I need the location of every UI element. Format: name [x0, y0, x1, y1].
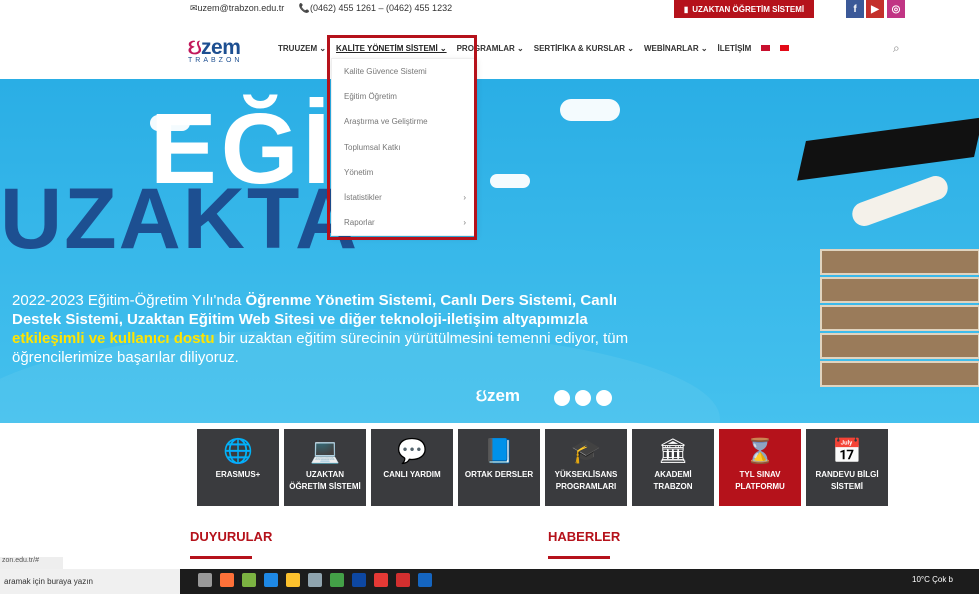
menu-iletisim[interactable]: İLETİŞİM [718, 44, 752, 53]
uzaktan-ogretim-button[interactable]: ▮ UZAKTAN ÖĞRETİM SİSTEMİ [674, 0, 814, 18]
haberler-underline [548, 556, 610, 559]
tile-erasmus[interactable]: 🌐 ERASMUS+ [197, 429, 279, 506]
logo-text: zem [201, 36, 241, 59]
hourglass-icon: ⌛ [745, 438, 775, 465]
graduation-cap-icon [797, 117, 979, 181]
word-icon[interactable] [418, 573, 432, 587]
duyurular-heading: DUYURULAR [190, 529, 273, 544]
app-icon[interactable] [330, 573, 344, 587]
chevron-right-icon: › [463, 193, 466, 203]
dropdown-item-yonetim[interactable]: Yönetim [332, 160, 476, 185]
hero-big-word-2: UZAKTA [0, 171, 360, 267]
taskbar-apps [198, 573, 432, 587]
hero-logo: ઇzem [476, 386, 521, 405]
hero-text: 2022-2023 Eğitim-Öğretim Yılı'nda Öğrenm… [12, 292, 629, 366]
kalite-dropdown-menu: Kalite Güvence Sistemi Eğitim Öğretim Ar… [331, 58, 477, 236]
haberler-heading: HABERLER [548, 529, 621, 544]
top-bar: ✉uzem@trabzon.edu.tr 📞(0462) 455 1261 – … [0, 0, 979, 19]
browser-page: ✉uzem@trabzon.edu.tr 📞(0462) 455 1261 – … [0, 0, 979, 594]
tile-uzaktan-ogretim[interactable]: 💻 UZAKTAN ÖĞRETİM SİSTEMİ [284, 429, 366, 506]
file-explorer-icon[interactable] [286, 573, 300, 587]
youtube-icon[interactable] [596, 390, 612, 406]
hero-banner: EĞİT UZAKTA 2022-2023 Eğitim-Öğretim Yıl… [0, 79, 979, 423]
email-link[interactable]: ✉uzem@trabzon.edu.tr [190, 3, 290, 13]
instagram-icon[interactable] [554, 390, 570, 406]
search-icon[interactable]: ⌕ [893, 41, 900, 56]
main-nav: ઇzem TRABZON TRUUZEM ⌄ KALİTE YÖNETİM Sİ… [0, 19, 979, 79]
tile-canli-yardim[interactable]: 💬 CANLI YARDIM [371, 429, 453, 506]
dropdown-item-arastirma[interactable]: Araştırma ve Geliştirme [332, 109, 476, 134]
chrome-icon[interactable] [374, 573, 388, 587]
bookmark-icon: ▮ [683, 4, 689, 14]
facebook-icon[interactable] [575, 390, 591, 406]
tile-akademi-trabzon[interactable]: 🏛 AKADEMİ TRABZON [632, 429, 714, 506]
firefox-icon[interactable] [220, 573, 234, 587]
logo-subtitle: TRABZON [188, 57, 243, 64]
cloud-shape [560, 99, 620, 121]
tile-randevu[interactable]: 📅 RANDEVU BİLGİ SİSTEMİ [806, 429, 888, 506]
chevron-right-icon: › [463, 218, 466, 228]
tile-yukseklisans[interactable]: 🎓 YÜKSEKLİSANS PROGRAMLARI [545, 429, 627, 506]
menu-webinarlar[interactable]: WEBİNARLAR ⌄ [644, 44, 708, 53]
hero-social-icons [554, 390, 612, 406]
menu-truuzem[interactable]: TRUUZEM ⌄ [278, 44, 326, 53]
graduation-cap-icon: 🎓 [571, 438, 601, 465]
menu-sertifika-kurslar[interactable]: SERTİFİKA & KURSLAR ⌄ [534, 44, 634, 53]
task-view-icon[interactable] [198, 573, 212, 587]
dropdown-item-toplumsal-katki[interactable]: Toplumsal Katkı [332, 135, 476, 160]
edge-icon[interactable] [264, 573, 278, 587]
dropdown-item-kalite-guvence[interactable]: Kalite Güvence Sistemi [332, 59, 476, 84]
books-image [800, 229, 979, 423]
menu-programlar[interactable]: PROGRAMLAR ⌄ [457, 44, 524, 53]
logo-symbol-icon: ઇ [188, 36, 202, 59]
uzem-logo[interactable]: ઇzem TRABZON [188, 36, 242, 64]
cloud-shape [490, 174, 530, 188]
youtube-icon[interactable]: ▶ [866, 0, 884, 18]
uzaktan-ogretim-label: UZAKTAN ÖĞRETİM SİSTEMİ [692, 4, 805, 14]
tile-ortak-dersler[interactable]: 📘 ORTAK DERSLER [458, 429, 540, 506]
menu-bar: TRUUZEM ⌄ KALİTE YÖNETİM SİSTEMİ ⌄ PROGR… [278, 44, 790, 53]
notepad-icon[interactable] [242, 573, 256, 587]
status-url: zon.edu.tr/# [0, 557, 63, 569]
menu-kalite-yonetim[interactable]: KALİTE YÖNETİM SİSTEMİ ⌄ [336, 44, 447, 53]
duyurular-underline [190, 556, 252, 559]
laptop-icon: 💻 [310, 438, 340, 465]
instagram-icon[interactable]: ◎ [887, 0, 905, 18]
diploma-icon [848, 172, 952, 230]
quick-links: 🌐 ERASMUS+ 💻 UZAKTAN ÖĞRETİM SİSTEMİ 💬 CANL… [197, 429, 888, 506]
book-icon: 📘 [484, 438, 514, 465]
institution-icon: 🏛 [657, 438, 689, 465]
phone-text: 📞(0462) 455 1261 – (0462) 455 1232 [298, 3, 453, 13]
dropdown-item-raporlar[interactable]: Raporlar › [332, 210, 476, 235]
tr-flag-icon[interactable] [780, 45, 790, 51]
photoshop-icon[interactable] [352, 573, 366, 587]
windows-taskbar: aramak için buraya yazın 10°C Çok b [0, 569, 979, 594]
dropdown-item-istatistikler[interactable]: İstatistikler › [332, 185, 476, 210]
facebook-icon[interactable]: f [846, 0, 864, 18]
chat-icon: 💬 [397, 438, 427, 465]
globe-icon: 🌐 [223, 438, 253, 465]
acrobat-icon[interactable] [396, 573, 410, 587]
contact-info: ✉uzem@trabzon.edu.tr 📞(0462) 455 1261 – … [190, 3, 464, 14]
calendar-icon: 📅 [832, 438, 862, 465]
dropdown-item-egitim-ogretim[interactable]: Eğitim Öğretim [332, 84, 476, 109]
uk-flag-icon[interactable] [761, 45, 771, 51]
weather-tray[interactable]: 10°C Çok b [912, 575, 953, 584]
tile-tyl-sinav[interactable]: ⌛ TYL SINAV PLATFORMU [719, 429, 801, 506]
taskbar-search-input[interactable]: aramak için buraya yazın [0, 569, 180, 594]
snipping-tool-icon[interactable] [308, 573, 322, 587]
